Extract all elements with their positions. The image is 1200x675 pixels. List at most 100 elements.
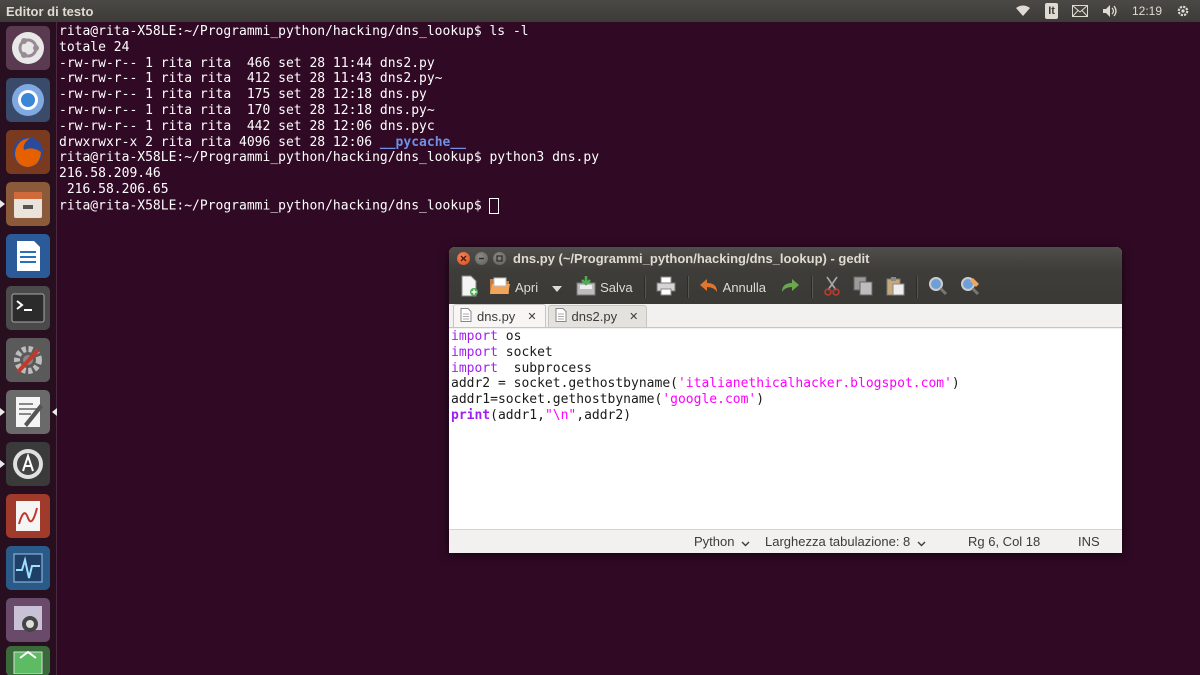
terminal-prompt: rita@rita-X58LE:~/Programmi_python/hacki… bbox=[59, 198, 490, 214]
dir-listing-prefix: drwxrwxr-x 2 rita rita 4096 set 28 12:06 bbox=[59, 134, 380, 150]
top-panel: Editor di testo It 12:19 bbox=[0, 0, 1200, 22]
terminal-line-dir: drwxrwxr-x 2 rita rita 4096 set 28 12:06… bbox=[59, 135, 1200, 151]
document-viewer-icon[interactable] bbox=[6, 494, 50, 538]
tab-width-selector[interactable]: Larghezza tabulazione: 8 bbox=[765, 530, 926, 553]
keyword: import bbox=[451, 344, 498, 360]
keyword: import bbox=[451, 329, 498, 344]
save-icon bbox=[576, 275, 596, 299]
printer-icon bbox=[656, 276, 676, 299]
libreoffice-writer-icon[interactable] bbox=[6, 234, 50, 278]
terminal-line: totale 24 bbox=[59, 39, 130, 55]
code-line: addr1=socket.gethostbyname('google.com') bbox=[451, 392, 1122, 408]
text-editor-icon[interactable] bbox=[0, 390, 57, 434]
string-literal: "\n" bbox=[544, 407, 577, 423]
language-label: Python bbox=[694, 534, 735, 549]
keyboard-layout-indicator[interactable]: It bbox=[1045, 3, 1058, 19]
system-monitor-icon[interactable] bbox=[6, 546, 50, 590]
cursor-position: Rg 6, Col 18 bbox=[968, 534, 1041, 549]
close-tab-icon[interactable]: ✕ bbox=[527, 310, 536, 323]
text-file-icon bbox=[555, 308, 567, 325]
gedit-window-title: dns.py (~/Programmi_python/hacking/dns_l… bbox=[513, 251, 870, 266]
chevron-down-icon bbox=[917, 531, 926, 553]
copy-button[interactable] bbox=[850, 273, 876, 301]
save-button[interactable]: Salva bbox=[573, 273, 636, 301]
gedit-titlebar[interactable]: dns.py (~/Programmi_python/hacking/dns_l… bbox=[449, 247, 1122, 270]
keyword: import bbox=[451, 360, 498, 376]
code-text: socket bbox=[497, 344, 553, 360]
chevron-down-icon bbox=[741, 531, 750, 553]
chevron-down-icon bbox=[552, 280, 563, 295]
open-button[interactable]: Apri bbox=[486, 273, 541, 301]
app-icon[interactable] bbox=[6, 646, 50, 675]
language-selector[interactable]: Python bbox=[694, 530, 750, 553]
software-updater-icon[interactable] bbox=[0, 442, 50, 486]
string-literal: 'italianethicalhacker.blogspot.com' bbox=[677, 376, 952, 392]
paste-button[interactable] bbox=[882, 273, 908, 301]
tab-label: dns.py bbox=[477, 308, 516, 324]
cut-button[interactable] bbox=[820, 273, 844, 301]
undo-button-label: Annulla bbox=[722, 279, 767, 295]
builtin-function: print bbox=[451, 407, 491, 423]
settings-gear-icon[interactable] bbox=[1176, 4, 1190, 18]
maximize-window-button[interactable] bbox=[493, 252, 506, 265]
new-document-icon bbox=[459, 275, 479, 300]
code-text: subprocess bbox=[497, 360, 592, 376]
active-app-title: Editor di testo bbox=[6, 3, 94, 19]
scissors-icon bbox=[823, 276, 841, 299]
clock[interactable]: 12:19 bbox=[1132, 4, 1162, 18]
document-tabs: dns.py ✕ dns2.py ✕ bbox=[449, 304, 1122, 328]
tab-dns2-py[interactable]: dns2.py ✕ bbox=[547, 305, 648, 327]
launcher bbox=[0, 22, 57, 675]
terminal-cursor bbox=[489, 197, 500, 214]
find-replace-button[interactable] bbox=[957, 273, 983, 301]
minimize-window-button[interactable] bbox=[475, 252, 488, 265]
toolbar-separator bbox=[811, 276, 813, 298]
code-line: import os bbox=[451, 329, 1122, 345]
pycache-dir: __pycache__ bbox=[379, 134, 466, 150]
terminal-icon[interactable] bbox=[6, 286, 50, 330]
files-icon[interactable] bbox=[0, 182, 50, 226]
folder-open-icon bbox=[489, 276, 511, 299]
chromium-icon[interactable] bbox=[6, 78, 50, 122]
terminal-line: 216.58.209.46 bbox=[59, 166, 161, 182]
gedit-statusbar: Python Larghezza tabulazione: 8 Rg 6, Co… bbox=[449, 529, 1122, 553]
wifi-icon[interactable] bbox=[1015, 5, 1031, 17]
tab-label: dns2.py bbox=[571, 309, 618, 324]
save-button-label: Salva bbox=[600, 279, 633, 295]
tab-dns-py[interactable]: dns.py ✕ bbox=[453, 304, 546, 327]
ubuntu-dash-icon[interactable] bbox=[6, 26, 50, 70]
copy-icon bbox=[853, 276, 873, 299]
close-window-button[interactable] bbox=[457, 252, 470, 265]
print-button[interactable] bbox=[653, 273, 679, 301]
terminal-line: -rw-rw-r-- 1 rita rita 175 set 28 12:18 … bbox=[59, 87, 427, 103]
screenshot-icon[interactable] bbox=[6, 598, 50, 642]
terminal-prompt-line[interactable]: rita@rita-X58LE:~/Programmi_python/hacki… bbox=[59, 197, 1200, 214]
code-text: ) bbox=[756, 392, 765, 408]
undo-button[interactable]: Annulla bbox=[696, 273, 769, 301]
find-button[interactable] bbox=[925, 273, 951, 301]
open-button-label: Apri bbox=[515, 279, 539, 295]
undo-arrow-icon bbox=[699, 278, 719, 297]
toolbar-separator bbox=[916, 276, 918, 298]
system-settings-icon[interactable] bbox=[6, 338, 50, 382]
code-line: addr2 = socket.gethostbyname('italianeth… bbox=[451, 376, 1122, 392]
volume-icon[interactable] bbox=[1102, 4, 1118, 18]
new-document-button[interactable] bbox=[456, 273, 482, 301]
code-text: (addr1, bbox=[490, 407, 545, 423]
terminal-line: -rw-rw-r-- 1 rita rita 170 set 28 12:18 … bbox=[59, 102, 435, 118]
firefox-icon[interactable] bbox=[6, 130, 50, 174]
code-text: ,addr2) bbox=[576, 407, 632, 423]
code-editor[interactable]: import os import socket import subproces… bbox=[449, 329, 1122, 529]
code-line: import socket bbox=[451, 345, 1122, 361]
text-file-icon bbox=[460, 307, 472, 325]
gedit-toolbar: Apri Salva Annulla bbox=[449, 270, 1122, 304]
redo-button[interactable] bbox=[777, 273, 803, 301]
toolbar-separator bbox=[686, 276, 688, 298]
open-recent-dropdown[interactable] bbox=[549, 273, 565, 301]
code-text: addr2 = socket.gethostbyname( bbox=[451, 376, 678, 392]
close-tab-icon[interactable]: ✕ bbox=[629, 310, 638, 323]
search-icon bbox=[928, 276, 948, 299]
mail-icon[interactable] bbox=[1071, 5, 1088, 17]
paste-clipboard-icon bbox=[885, 276, 905, 299]
indicator-area: It 12:19 bbox=[1015, 3, 1200, 19]
